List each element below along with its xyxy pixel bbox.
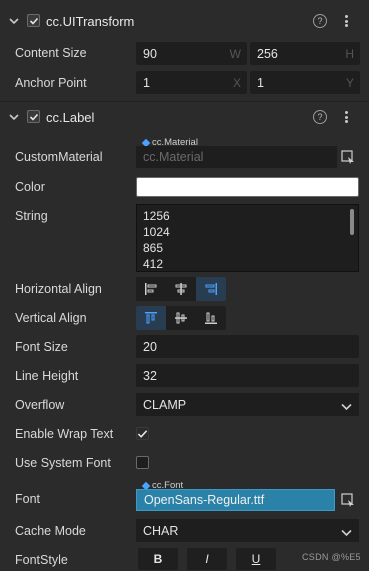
content-size-label: Content Size (15, 46, 87, 60)
align-middle-button[interactable] (166, 306, 196, 330)
uitransform-title: cc.UITransform (46, 14, 135, 29)
content-size-height-value: 256 (257, 46, 278, 61)
help-icon[interactable]: ? (313, 14, 327, 28)
string-line: 412 (143, 257, 164, 271)
use-system-font-checkbox[interactable] (136, 456, 149, 469)
anchor-point-x-input[interactable]: 1 X (136, 71, 247, 94)
watermark: CSDN @%E5 (302, 552, 361, 562)
align-middle-icon (175, 312, 187, 324)
align-right-button[interactable] (196, 277, 226, 301)
label-title: cc.Label (46, 110, 95, 125)
align-top-button[interactable] (136, 306, 166, 330)
vertical-align-group (136, 306, 226, 330)
font-size-label: Font Size (15, 340, 68, 354)
chevron-down-icon (341, 400, 352, 414)
font-size-input[interactable]: 20 (136, 335, 359, 358)
bold-button[interactable]: B (138, 548, 178, 570)
anchor-point-label: Anchor Point (15, 76, 87, 90)
enable-wrap-text-label: Enable Wrap Text (15, 427, 114, 441)
align-bottom-icon (205, 312, 217, 324)
content-size-width-input[interactable]: 90 W (136, 42, 247, 65)
y-axis-label: Y (345, 75, 354, 90)
anchor-point-y-input[interactable]: 1 Y (250, 71, 360, 94)
italic-button[interactable]: I (187, 548, 227, 570)
use-system-font-label: Use System Font (15, 456, 111, 470)
color-label: Color (15, 180, 45, 194)
content-size-width-value: 90 (143, 46, 157, 61)
align-top-icon (145, 312, 157, 324)
anchor-point-x-value: 1 (143, 75, 150, 90)
locate-asset-icon[interactable] (341, 150, 355, 164)
align-left-button[interactable] (136, 277, 166, 301)
font-size-value: 20 (143, 339, 157, 354)
align-center-icon (175, 283, 187, 295)
custom-material-placeholder: cc.Material (143, 150, 204, 164)
string-label: String (15, 209, 48, 223)
checkmark-icon (137, 429, 148, 438)
locate-asset-icon[interactable] (341, 493, 355, 507)
string-line: 1024 (143, 225, 170, 239)
line-height-value: 32 (143, 368, 157, 383)
align-left-icon (145, 283, 157, 295)
color-swatch[interactable] (136, 177, 359, 197)
width-axis-label: W (229, 46, 241, 61)
cache-mode-select[interactable]: CHAR (136, 519, 359, 542)
label-enabled-checkbox[interactable] (27, 110, 40, 123)
height-axis-label: H (345, 46, 354, 61)
align-right-icon (205, 283, 217, 295)
chevron-down-icon[interactable] (9, 16, 19, 26)
more-menu-icon[interactable] (340, 13, 352, 29)
uitransform-header[interactable]: cc.UITransform ? (0, 6, 369, 36)
overflow-label: Overflow (15, 398, 65, 412)
underline-button[interactable]: U (236, 548, 276, 570)
enable-wrap-text-checkbox[interactable] (136, 427, 149, 440)
line-height-label: Line Height (15, 369, 79, 383)
vertical-align-label: Vertical Align (15, 311, 87, 325)
cache-mode-value: CHAR (143, 523, 179, 538)
font-style-label: FontStyle (15, 553, 68, 567)
cache-mode-label: Cache Mode (15, 524, 86, 538)
font-asset-value: OpenSans-Regular.ttf (144, 493, 265, 507)
string-textarea[interactable]: 1256 1024 865 412 (136, 204, 359, 272)
font-asset-field[interactable]: OpenSans-Regular.ttf (136, 489, 335, 511)
help-icon[interactable]: ? (313, 110, 327, 124)
chevron-down-icon[interactable] (9, 112, 19, 122)
label-header[interactable]: cc.Label ? (0, 102, 369, 132)
string-scrollbar[interactable] (350, 209, 354, 235)
string-line: 865 (143, 241, 164, 255)
align-center-button[interactable] (166, 277, 196, 301)
more-menu-icon[interactable] (340, 109, 352, 125)
custom-material-label: CustomMaterial (15, 150, 103, 164)
chevron-down-icon (341, 526, 352, 540)
uitransform-enabled-checkbox[interactable] (27, 14, 40, 27)
content-size-height-input[interactable]: 256 H (250, 42, 360, 65)
overflow-select[interactable]: CLAMP (136, 393, 359, 416)
horizontal-align-label: Horizontal Align (15, 282, 102, 296)
overflow-value: CLAMP (143, 397, 187, 412)
horizontal-align-group (136, 277, 226, 301)
align-bottom-button[interactable] (196, 306, 226, 330)
font-label: Font (15, 492, 41, 506)
custom-material-field[interactable]: cc.Material (136, 146, 337, 168)
x-axis-label: X (232, 75, 241, 90)
line-height-input[interactable]: 32 (136, 364, 359, 387)
string-line: 1256 (143, 209, 170, 223)
anchor-point-y-value: 1 (257, 75, 264, 90)
